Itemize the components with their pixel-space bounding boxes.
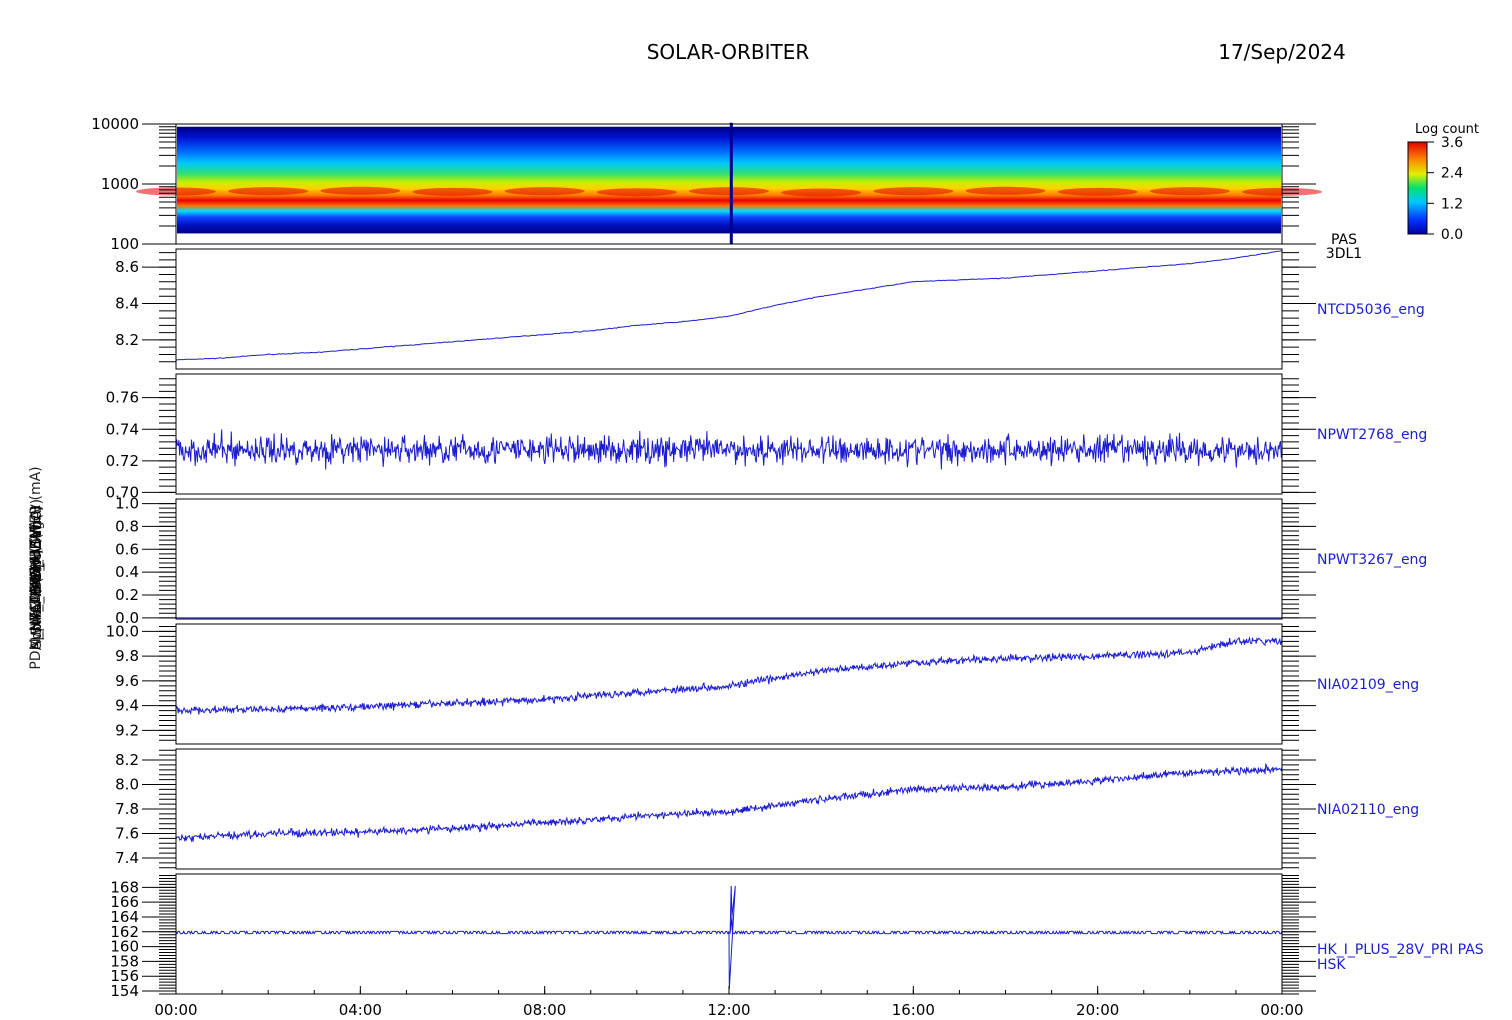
y-tick-label: 7.4 bbox=[115, 849, 139, 867]
y-tick-label: 8.2 bbox=[115, 751, 139, 769]
y-tick-label: 9.6 bbox=[115, 672, 139, 690]
y-tick-label: 10000 bbox=[91, 115, 139, 133]
panel-frame bbox=[175, 623, 1283, 745]
panel-hk-i-plus-28v-pri-pas-hsk: 168166164162160158156154HK_I_PLUS_28V_PR… bbox=[110, 873, 1484, 1000]
peak-energy-marker bbox=[1149, 187, 1230, 196]
y-tick-label: 100 bbox=[110, 235, 139, 253]
y-tick-label: 8.6 bbox=[115, 258, 139, 276]
panel-frame bbox=[175, 498, 1283, 620]
overlapped-y-axis-labels: (eV)Approx Temp (DegC)NTCD5036 (TM)SWA-E… bbox=[28, 466, 45, 669]
peak-energy-marker bbox=[965, 186, 1046, 195]
panel-frame bbox=[175, 248, 1283, 370]
y-tick-label: 9.8 bbox=[115, 647, 139, 665]
x-tick-label: 08:00 bbox=[523, 1001, 566, 1019]
x-tick-label: 00:00 bbox=[154, 1001, 197, 1019]
y-tick-label: 9.2 bbox=[115, 721, 139, 739]
panel-right-label: 3DL1 bbox=[1326, 246, 1362, 262]
x-tick-label: 16:00 bbox=[892, 1001, 935, 1019]
date-label: 17/Sep/2024 bbox=[1218, 40, 1346, 64]
y-tick-label: 7.8 bbox=[115, 800, 139, 818]
panel-npwt3267-eng: 1.00.80.60.40.20.0NPWT3267_eng bbox=[115, 495, 1427, 627]
x-tick-label: 12:00 bbox=[707, 1001, 750, 1019]
colorbar: Log count 3.62.41.20.0 bbox=[1407, 122, 1479, 243]
plot-canvas: SOLAR-ORBITER 17/Sep/2024 (eV)Approx Tem… bbox=[28, 40, 1484, 1019]
y-tick-label: 0.76 bbox=[106, 389, 139, 407]
panel-right-label: HK_I_PLUS_28V_PRI PAS bbox=[1317, 942, 1484, 958]
overlapped-y-label: (mA) bbox=[29, 549, 45, 583]
panel-right-label: NTCD5036_eng bbox=[1317, 302, 1425, 318]
y-tick-label: 0.2 bbox=[115, 586, 139, 604]
panel-ntcd5036-eng: 8.6 8.4 8.2 NTCD5036_eng bbox=[115, 248, 1425, 370]
panel-right-label: NPWT3267_eng bbox=[1317, 552, 1427, 568]
y-tick-label: 0.6 bbox=[115, 540, 139, 558]
panel-npwt2768-eng: 0.760.740.720.70NPWT2768_eng bbox=[106, 373, 1427, 501]
peak-energy-marker bbox=[412, 187, 493, 196]
peak-energy-marker bbox=[781, 188, 862, 197]
colorbar-tick-label: 3.6 bbox=[1441, 135, 1463, 151]
panels-group: 100001000100 PAS3DL18.68.48.2NTCD5036_eng… bbox=[91, 115, 1483, 1000]
panel-frame bbox=[175, 748, 1283, 870]
y-tick-label: 7.6 bbox=[115, 824, 139, 842]
x-tick-label: 20:00 bbox=[1076, 1001, 1119, 1019]
y-tick-label: 0.8 bbox=[115, 517, 139, 535]
y-tick-label: 8.2 bbox=[115, 331, 139, 349]
peak-energy-marker bbox=[873, 187, 954, 196]
series-line-nia02109-eng bbox=[175, 636, 1283, 716]
y-tick-label: 0.72 bbox=[106, 452, 139, 470]
spectrogram-band bbox=[177, 126, 1281, 234]
peak-energy-marker bbox=[689, 187, 769, 196]
y-tick-label: 0.4 bbox=[115, 563, 139, 581]
colorbar-tick-label: 1.2 bbox=[1441, 196, 1463, 212]
y-tick-label: 10.0 bbox=[106, 622, 139, 640]
panel-nia02110-eng: 8.2 8.0 7.8 7.6 7.4 NIA02110_eng bbox=[115, 748, 1419, 870]
series-line-hk-i-plus-28v-pri-pas-hsk bbox=[175, 885, 1283, 989]
y-tick-label: 1.0 bbox=[115, 495, 139, 513]
x-tick-label: 00:00 bbox=[1260, 1001, 1303, 1019]
panel-right-label: NIA02110_eng bbox=[1317, 802, 1419, 818]
panel-nia02109-eng: 10.0 9.8 9.6 9.4 9.2 NIA02109_eng bbox=[106, 622, 1419, 745]
x-axis: 00:00 04:00 08:00 12:00 16:00 20:00 00:00 bbox=[154, 986, 1304, 1019]
y-tick-label: 9.4 bbox=[115, 697, 139, 715]
panel-pas-3dl1: 100001000100 PAS3DL1 bbox=[91, 115, 1362, 262]
panel-right-label: HSK bbox=[1317, 957, 1346, 973]
y-tick-label: 154 bbox=[110, 982, 139, 1000]
series-line-npwt2768-eng bbox=[175, 429, 1283, 470]
colorbar-ticks: 3.6 2.4 1.2 0.0 bbox=[1427, 135, 1463, 243]
panel-right-label: NPWT2768_eng bbox=[1317, 427, 1427, 443]
series-line-nia02110-eng bbox=[175, 762, 1283, 843]
series-line-ntcd5036-eng bbox=[175, 250, 1283, 361]
y-tick-label: 8.0 bbox=[115, 776, 139, 794]
mission-title: SOLAR-ORBITER bbox=[647, 40, 810, 64]
peak-energy-marker bbox=[1057, 187, 1138, 196]
panel-frame bbox=[175, 373, 1283, 495]
peak-energy-marker bbox=[596, 188, 677, 197]
peak-energy-marker bbox=[228, 187, 309, 196]
y-tick-label: 0.74 bbox=[106, 420, 139, 438]
y-tick-label: 1000 bbox=[101, 175, 139, 193]
panel-right-label: NIA02109_eng bbox=[1317, 677, 1419, 693]
peak-energy-marker bbox=[504, 187, 585, 196]
peak-energy-marker bbox=[320, 186, 401, 195]
colorbar-tick-label: 0.0 bbox=[1441, 227, 1463, 243]
colorbar-gradient bbox=[1407, 141, 1428, 235]
y-tick-label: 8.4 bbox=[115, 295, 139, 313]
colorbar-tick-label: 2.4 bbox=[1441, 166, 1463, 182]
x-tick-label: 04:00 bbox=[339, 1001, 382, 1019]
